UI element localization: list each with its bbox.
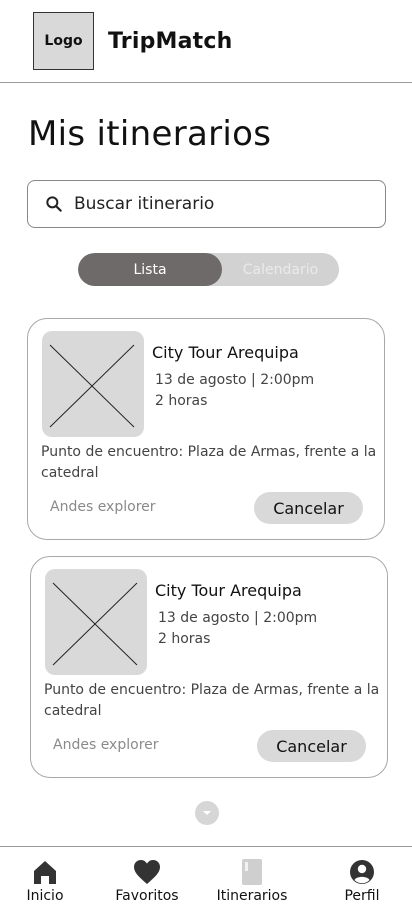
agency-name: Andes explorer	[50, 499, 156, 515]
book-icon	[238, 858, 266, 886]
tab-lista[interactable]: Lista	[78, 253, 222, 286]
search-icon	[46, 196, 62, 212]
nav-label: Inicio	[26, 888, 64, 904]
search-input[interactable]	[74, 194, 364, 214]
nav-item-perfil[interactable]: Perfil	[340, 847, 384, 917]
tab-calendario[interactable]: Calendario	[222, 253, 339, 286]
agency-name: Andes explorer	[53, 737, 159, 753]
nav-item-inicio[interactable]: Inicio	[22, 847, 68, 917]
meeting-point: Punto de encuentro: Plaza de Armas, fren…	[41, 444, 377, 481]
cancel-button[interactable]: Cancelar	[257, 730, 366, 762]
home-icon	[31, 858, 59, 886]
view-toggle: Calendario Lista	[78, 253, 339, 286]
heart-icon	[133, 858, 161, 886]
image-placeholder	[45, 569, 147, 675]
load-more-button[interactable]	[195, 801, 219, 825]
page-title: Mis itinerarios	[28, 114, 272, 154]
itinerary-date: 13 de agosto | 2:00pm	[155, 372, 315, 388]
nav-label: Favoritos	[115, 888, 179, 904]
search-bar[interactable]	[27, 180, 386, 228]
cancel-button[interactable]: Cancelar	[254, 492, 363, 524]
app-name: TripMatch	[108, 29, 233, 54]
nav-item-itinerarios[interactable]: Itinerarios	[213, 847, 291, 917]
itinerary-duration: 2 horas	[155, 393, 208, 409]
bottom-nav: Inicio Favoritos Itinerarios Perfil	[0, 846, 412, 917]
chevron-down-icon	[203, 811, 211, 815]
nav-item-favoritos[interactable]: Favoritos	[111, 847, 183, 917]
user-icon	[348, 858, 376, 886]
image-placeholder	[42, 331, 144, 437]
nav-label: Itinerarios	[216, 888, 288, 904]
itinerary-date: 13 de agosto | 2:00pm	[158, 610, 318, 626]
itinerary-title: City Tour Arequipa	[152, 343, 299, 362]
itinerary-title: City Tour Arequipa	[155, 581, 302, 600]
app-header: Logo TripMatch	[0, 0, 412, 83]
meeting-point: Punto de encuentro: Plaza de Armas, fren…	[44, 682, 380, 719]
itinerary-card[interactable]: City Tour Arequipa 13 de agosto | 2:00pm…	[30, 556, 388, 778]
logo[interactable]: Logo	[33, 12, 94, 70]
itinerary-card[interactable]: City Tour Arequipa 13 de agosto | 2:00pm…	[27, 318, 385, 540]
itinerary-duration: 2 horas	[158, 631, 211, 647]
nav-label: Perfil	[344, 888, 380, 904]
